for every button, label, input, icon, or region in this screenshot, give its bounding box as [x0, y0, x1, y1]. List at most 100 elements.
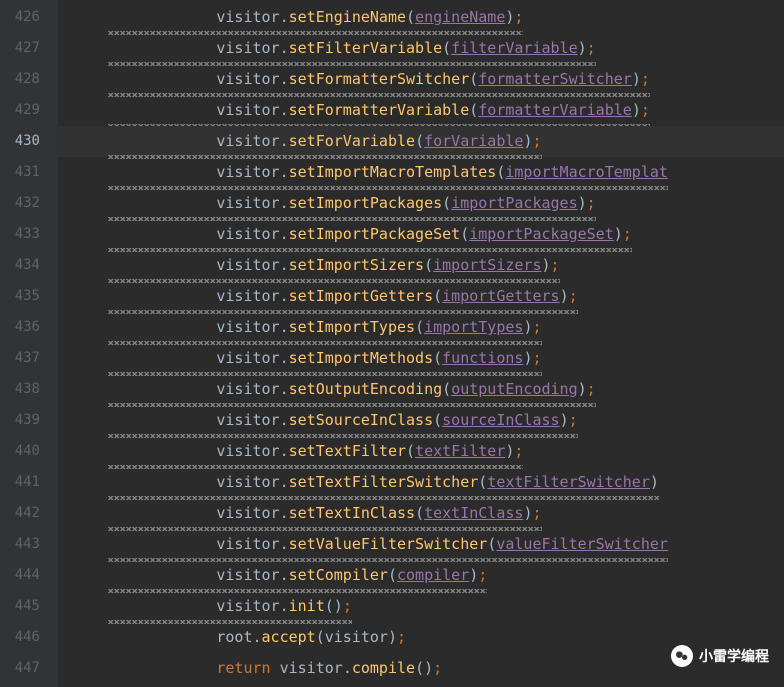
token-punct: ( [433, 287, 442, 305]
code-line[interactable]: visitor.setImportTypes(importTypes); [58, 312, 784, 343]
code-line[interactable]: visitor.setTextFilter(textFilter); [58, 436, 784, 467]
token-object: visitor [216, 194, 279, 212]
line-number: 428 [0, 64, 58, 95]
code-line[interactable]: visitor.setFormatterVariable(formatterVa… [58, 95, 784, 126]
line-number: 435 [0, 281, 58, 312]
warning-underline: visitor.setFormatterSwitcher(formatterSw… [108, 64, 650, 97]
token-method: setTextFilterSwitcher [289, 473, 479, 491]
token-punct: . [280, 194, 289, 212]
code-line[interactable]: visitor.setImportSizers(importSizers); [58, 250, 784, 281]
code-line[interactable]: visitor.setImportMacroTemplates(importMa… [58, 157, 784, 188]
token-object: visitor [325, 628, 388, 646]
token-punct: ( [388, 566, 397, 584]
warning-underline: visitor.setOutputEncoding(outputEncoding… [108, 374, 596, 407]
line-number: 447 [0, 653, 58, 684]
token-param: textInClass [424, 504, 523, 522]
token-semi: ; [587, 194, 596, 212]
wechat-icon [671, 645, 693, 667]
warning-underline: visitor.setSourceInClass(sourceInClass); [108, 405, 578, 438]
token-param: importGetters [442, 287, 559, 305]
token-punct: ( [415, 132, 424, 150]
token-object: visitor [216, 380, 279, 398]
token-semi: ; [569, 411, 578, 429]
token-method: setImportMacroTemplates [289, 163, 497, 181]
warning-underline: visitor.setFilterVariable(filterVariable… [108, 33, 596, 66]
code-line[interactable]: visitor.setTextInClass(textInClass); [58, 498, 784, 529]
token-punct: . [280, 101, 289, 119]
token-param: importPackageSet [469, 225, 614, 243]
code-line[interactable]: visitor.setImportGetters(importGetters); [58, 281, 784, 312]
code-line[interactable]: visitor.setImportPackages(importPackages… [58, 188, 784, 219]
code-line[interactable]: visitor.setForVariable(forVariable); [58, 126, 784, 157]
token-object: visitor [216, 504, 279, 522]
token-object: visitor [216, 225, 279, 243]
warning-underline: visitor.setImportPackages(importPackages… [108, 188, 596, 221]
token-method: setImportMethods [289, 349, 434, 367]
token-semi: ; [587, 380, 596, 398]
code-line[interactable]: visitor.setValueFilterSwitcher(valueFilt… [58, 529, 784, 560]
token-punct: . [280, 535, 289, 553]
token-punct: ( [460, 225, 469, 243]
code-area[interactable]: visitor.setEngineName(engineName); visit… [58, 0, 784, 687]
token-object: visitor [216, 8, 279, 26]
code-line[interactable]: visitor.setImportPackageSet(importPackag… [58, 219, 784, 250]
token-semi: ; [343, 597, 352, 615]
code-line[interactable]: visitor.setFilterVariable(filterVariable… [58, 33, 784, 64]
token-object: visitor [216, 70, 279, 88]
token-punct: . [280, 349, 289, 367]
token-semi: ; [587, 39, 596, 57]
token-punct: () [415, 659, 433, 677]
token-semi: ; [532, 349, 541, 367]
token-param: formatterVariable [478, 101, 632, 119]
token-object: root [216, 628, 252, 646]
line-number: 427 [0, 33, 58, 64]
warning-underline: visitor.setEngineName(engineName); [108, 2, 523, 35]
token-method: accept [262, 628, 316, 646]
token-method: setImportSizers [289, 256, 424, 274]
token-punct: () [325, 597, 343, 615]
token-semi: ; [397, 628, 406, 646]
token-punct: . [280, 504, 289, 522]
code-line[interactable]: visitor.setImportMethods(functions); [58, 343, 784, 374]
token-param: importTypes [424, 318, 523, 336]
line-number: 446 [0, 622, 58, 653]
token-method: setFilterVariable [289, 39, 443, 57]
code-line[interactable]: visitor.setOutputEncoding(outputEncoding… [58, 374, 784, 405]
token-object: visitor [216, 287, 279, 305]
token-semi: ; [514, 8, 523, 26]
line-number: 442 [0, 498, 58, 529]
line-number: 439 [0, 405, 58, 436]
token-semi: ; [514, 442, 523, 460]
code-line[interactable]: visitor.setEngineName(engineName); [58, 2, 784, 33]
token-method: setImportPackageSet [289, 225, 461, 243]
token-object: visitor [216, 473, 279, 491]
code-line[interactable]: visitor.setFormatterSwitcher(formatterSw… [58, 64, 784, 95]
token-punct: ( [424, 256, 433, 274]
token-semi: ; [569, 287, 578, 305]
token-punct: . [280, 287, 289, 305]
token-punct: . [280, 256, 289, 274]
code-line[interactable]: visitor.setSourceInClass(sourceInClass); [58, 405, 784, 436]
warning-underline: visitor.setTextFilter(textFilter); [108, 436, 523, 469]
token-semi: ; [532, 132, 541, 150]
code-line[interactable]: visitor.setCompiler(compiler); [58, 560, 784, 591]
code-line[interactable]: visitor.setTextFilterSwitcher(textFilter… [58, 467, 784, 498]
warning-underline: visitor.setImportMethods(functions); [108, 343, 542, 376]
token-param: valueFilterSwitcher [496, 535, 668, 553]
code-line[interactable]: visitor.init(); [58, 591, 784, 622]
token-param: forVariable [424, 132, 523, 150]
token-punct: ) [578, 194, 587, 212]
token-method: setImportPackages [289, 194, 443, 212]
warning-underline: visitor.setImportTypes(importTypes); [108, 312, 542, 345]
token-punct: . [280, 225, 289, 243]
token-punct: . [280, 442, 289, 460]
token-punct: ) [542, 256, 551, 274]
token-punct: ) [560, 287, 569, 305]
token-punct: ( [433, 411, 442, 429]
warning-underline: visitor.setImportPackageSet(importPackag… [108, 219, 632, 252]
token-semi: ; [641, 101, 650, 119]
token-punct: ( [406, 8, 415, 26]
token-punct: ) [560, 411, 569, 429]
code-editor[interactable]: 4264274284294304314324334344354364374384… [0, 0, 784, 687]
line-number: 445 [0, 591, 58, 622]
